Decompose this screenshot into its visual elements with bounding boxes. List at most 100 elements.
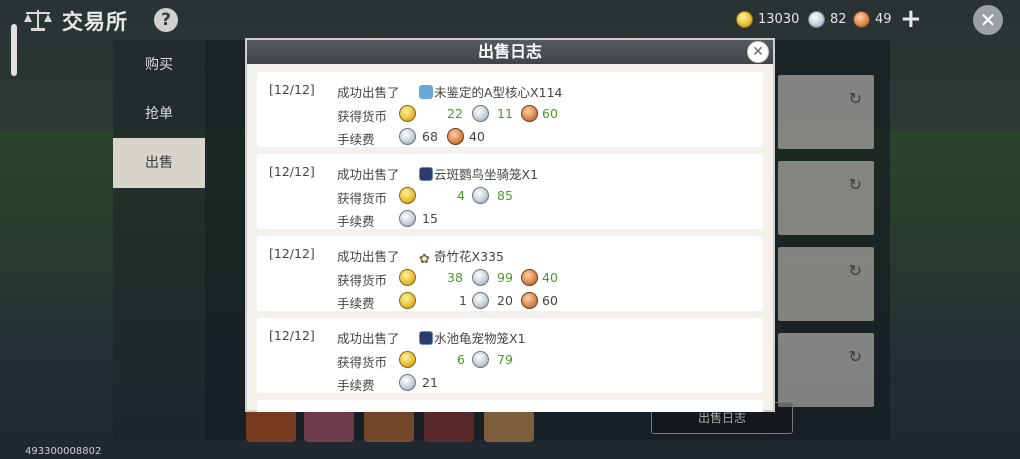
item-name: 奇竹花X335 [434,249,504,264]
earned-label: 获得货币 [337,355,388,370]
earned-label: 获得货币 [337,191,388,206]
copper-coin-icon [853,11,870,28]
gold-coin-icon [399,292,416,309]
entry-item: ✿ 奇竹花X335 [419,246,504,267]
gold-coin-icon [399,351,416,368]
silver-coin-icon [472,351,489,368]
refresh-icon[interactable]: ↻ [849,175,862,194]
entry-action: 成功出售了 [337,249,400,264]
flower-icon: ✿ [419,252,430,267]
list-item: [12/12] 成功出售了 水池龟宠物笼X1 获得货币 6 79 手续费 21 [257,318,763,393]
scrollbar[interactable] [11,24,17,76]
earned-label: 获得货币 [337,109,388,124]
copper-amount: 49 [875,12,892,27]
gold-coin-icon [399,105,416,122]
entry-action: 成功出售了 [337,85,400,100]
entry-action: 成功出售了 [337,331,400,346]
close-icon[interactable]: ✕ [747,41,769,63]
sale-slot[interactable]: ↻ [778,75,874,149]
item-icon [419,85,433,99]
help-button[interactable]: ? [154,8,178,32]
item-thumbnail[interactable] [304,410,354,442]
cage-icon [419,167,433,181]
earned-label: 获得货币 [337,273,388,288]
earned-silver: 85 [497,188,513,203]
item-name: 未鉴定的A型核心X114 [434,85,563,100]
gold-balance: 13030 [736,11,799,28]
refresh-icon[interactable]: ↻ [849,89,862,108]
list-item: [12/12] 成功出售了 云斑鹦鸟坐骑笼X1 获得货币 4 85 手续费 15 [257,154,763,229]
earned-gold: 38 [447,270,463,285]
silver-coin-icon [472,105,489,122]
copper-coin-icon [521,269,538,286]
item-thumbnail[interactable] [246,410,296,442]
scale-icon [24,10,52,31]
gold-coin-icon [399,187,416,204]
item-name: 水池龟宠物笼X1 [434,331,526,346]
item-thumbnail[interactable] [424,410,474,442]
fee-label: 手续费 [337,214,375,229]
copper-coin-icon [447,128,464,145]
sale-slot[interactable]: ↻ [778,247,874,321]
user-id: 493300008802 [25,446,102,457]
fee-silver: 15 [422,211,438,226]
page-title: 交易所 [62,10,128,34]
sidebar-item-grab[interactable]: 抢单 [113,89,205,139]
sale-slot[interactable]: ↻ [778,161,874,235]
silver-coin-icon [808,11,825,28]
sale-slot[interactable]: ↻ [778,333,874,407]
entry-action: 成功出售了 [337,167,400,182]
fee-copper: 40 [469,129,485,144]
sidebar-item-buy[interactable]: 购买 [113,40,205,90]
item-thumbnail[interactable] [484,410,534,442]
top-bar: 交易所 ? 13030 82 49 + ✕ [0,0,1020,40]
refresh-icon[interactable]: ↻ [849,261,862,280]
entry-item: 水池龟宠物笼X1 [419,328,526,347]
fee-gold: 1 [459,293,467,308]
entry-date: [12/12] [269,164,315,179]
fee-silver: 20 [497,293,513,308]
list-item: [12/12] 成功出售了 未鉴定的A型核心X114 获得货币 22 11 60… [257,72,763,147]
sidebar-item-sell[interactable]: 出售 [113,138,205,188]
earned-silver: 11 [497,106,513,121]
fee-label: 手续费 [337,296,375,311]
silver-coin-icon [472,269,489,286]
gold-coin-icon [736,11,753,28]
copper-balance: 49 [853,11,892,28]
entry-item: 未鉴定的A型核心X114 [419,82,562,101]
gold-amount: 13030 [758,12,800,27]
list-item [257,400,763,412]
fee-silver: 68 [422,129,438,144]
item-name: 云斑鹦鸟坐骑笼X1 [434,167,539,182]
entry-date: [12/12] [269,82,315,97]
add-currency-button[interactable]: + [900,4,922,34]
earned-gold: 22 [447,106,463,121]
copper-coin-icon [521,292,538,309]
copper-coin-icon [521,105,538,122]
sale-log-dialog: 出售日志 ✕ [12/12] 成功出售了 未鉴定的A型核心X114 获得货币 2… [245,38,775,412]
silver-amount: 82 [830,12,847,27]
silver-coin-icon [399,210,416,227]
fee-label: 手续费 [337,132,375,147]
earned-silver: 79 [497,352,513,367]
earned-silver: 99 [497,270,513,285]
refresh-icon[interactable]: ↻ [849,347,862,366]
entry-item: 云斑鹦鸟坐骑笼X1 [419,164,538,183]
cage-icon [419,331,433,345]
close-icon[interactable]: ✕ [973,5,1003,35]
item-thumbnail[interactable] [364,410,414,442]
gold-coin-icon [399,269,416,286]
list-item: [12/12] 成功出售了 ✿ 奇竹花X335 获得货币 38 99 40 手续费… [257,236,763,311]
silver-coin-icon [399,374,416,391]
fee-silver: 21 [422,375,438,390]
log-list[interactable]: [12/12] 成功出售了 未鉴定的A型核心X114 获得货币 22 11 60… [257,72,763,412]
fee-copper: 60 [542,293,558,308]
silver-coin-icon [472,292,489,309]
fee-label: 手续费 [337,378,375,393]
dialog-title: 出售日志 [247,40,773,64]
silver-coin-icon [399,128,416,145]
earned-gold: 4 [457,188,465,203]
entry-date: [12/12] [269,328,315,343]
earned-copper: 60 [542,106,558,121]
entry-date: [12/12] [269,246,315,261]
